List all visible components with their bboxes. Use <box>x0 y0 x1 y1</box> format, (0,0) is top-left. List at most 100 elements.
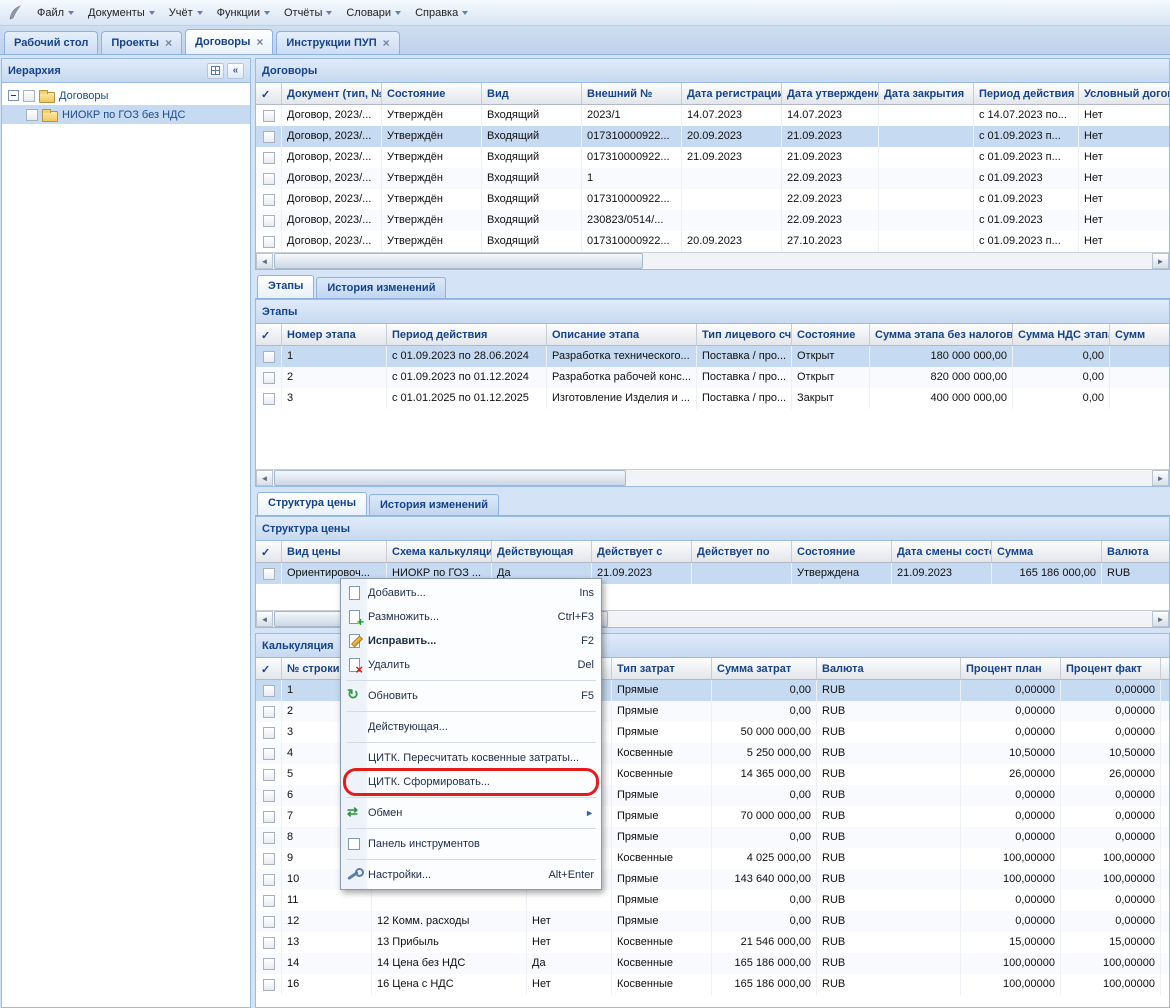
column-header[interactable]: Сумма <box>992 541 1102 563</box>
column-header[interactable]: Схема калькуляци <box>387 541 492 563</box>
context-menu-item[interactable]: Действующая... <box>343 715 599 739</box>
row-checkbox[interactable] <box>26 109 38 121</box>
row-checkbox[interactable] <box>263 236 275 248</box>
column-header[interactable]: Действует с <box>592 541 692 563</box>
tab-договоры[interactable]: Договоры× <box>185 29 273 54</box>
row-checkbox[interactable] <box>263 979 275 991</box>
menubar-item[interactable]: Учёт <box>162 3 210 23</box>
column-header[interactable]: Дата смены состо <box>892 541 992 563</box>
scroll-right-button[interactable]: ► <box>1152 611 1169 627</box>
context-menu-item[interactable]: ОбновитьF5 <box>343 684 599 708</box>
context-menu-item[interactable]: Обмен► <box>343 801 599 825</box>
menubar-item[interactable]: Документы <box>81 3 162 23</box>
grid-row[interactable]: Договор, 2023/...УтверждёнВходящий017310… <box>256 126 1169 147</box>
grid-row[interactable]: 1с 01.09.2023 по 28.06.2024Разработка те… <box>256 346 1169 367</box>
column-header[interactable]: Процент факт <box>1061 658 1161 680</box>
row-checkbox[interactable] <box>263 194 275 206</box>
menubar-item[interactable]: Словари <box>339 3 408 23</box>
column-header[interactable]: Сумма НДС этапа <box>1013 324 1110 346</box>
row-checkbox[interactable] <box>263 351 275 363</box>
context-menu-item[interactable]: Добавить...Ins <box>343 581 599 605</box>
close-icon[interactable]: × <box>165 38 172 48</box>
tab-рабочий-стол[interactable]: Рабочий стол <box>4 31 98 54</box>
context-menu-item[interactable]: Размножить...Ctrl+F3 <box>343 605 599 629</box>
row-checkbox[interactable] <box>263 895 275 907</box>
grid-row[interactable]: Договор, 2023/...УтверждёнВходящий017310… <box>256 231 1169 252</box>
column-header[interactable]: Сумма этапа без налогов <box>870 324 1013 346</box>
collapse-panel-button[interactable]: « <box>227 63 244 79</box>
grid-row[interactable]: 1616 Цена с НДСНетКосвенные165 186 000,0… <box>256 974 1169 995</box>
grid-row[interactable]: Договор, 2023/...УтверждёнВходящий230823… <box>256 210 1169 231</box>
scrollbar-track[interactable] <box>273 253 1152 269</box>
grid-row[interactable]: 2с 01.09.2023 по 01.12.2024Разработка ра… <box>256 367 1169 388</box>
menubar-item[interactable]: Функции <box>210 3 277 23</box>
column-header[interactable]: Дата закрытия <box>879 83 974 105</box>
column-header[interactable]: Условный догово <box>1079 83 1170 105</box>
row-checkbox[interactable] <box>263 173 275 185</box>
context-menu-item[interactable]: Исправить...F2 <box>343 629 599 653</box>
close-icon[interactable]: × <box>256 37 263 47</box>
context-menu-item[interactable]: УдалитьDel <box>343 653 599 677</box>
row-checkbox[interactable] <box>263 393 275 405</box>
column-header[interactable]: Состояние <box>382 83 482 105</box>
column-header[interactable]: Сумм <box>1110 324 1170 346</box>
scroll-right-button[interactable]: ► <box>1152 253 1169 269</box>
scroll-right-button[interactable]: ► <box>1152 470 1169 486</box>
h-scrollbar[interactable]: ◄ ► <box>256 469 1169 486</box>
grid-row[interactable]: Договор, 2023/...УтверждёнВходящий2023/1… <box>256 105 1169 126</box>
row-checkbox[interactable] <box>263 685 275 697</box>
hierarchy-view-button[interactable] <box>207 63 224 79</box>
grid-row[interactable]: 1414 Цена без НДСДаКосвенные165 186 000,… <box>256 953 1169 974</box>
grid-row[interactable]: 3с 01.01.2025 по 01.12.2025Изготовление … <box>256 388 1169 409</box>
column-header[interactable]: Период действия <box>974 83 1079 105</box>
column-header[interactable]: ✓ <box>256 324 282 346</box>
row-checkbox[interactable] <box>263 131 275 143</box>
tab-инструкции-пуп[interactable]: Инструкции ПУП× <box>276 31 399 54</box>
row-checkbox[interactable] <box>263 916 275 928</box>
column-header[interactable]: Вид <box>482 83 582 105</box>
column-header[interactable]: Тип затрат <box>612 658 712 680</box>
column-header[interactable]: Описание этапа <box>547 324 697 346</box>
row-checkbox[interactable] <box>263 215 275 227</box>
row-checkbox[interactable] <box>263 853 275 865</box>
row-checkbox[interactable] <box>263 937 275 949</box>
column-header[interactable]: Процент план <box>961 658 1061 680</box>
column-header[interactable]: Документ (тип, № <box>282 83 382 105</box>
tab[interactable]: История изменений <box>316 277 446 298</box>
scrollbar-track[interactable] <box>273 470 1152 486</box>
context-menu-item[interactable]: ЦИТК. Пересчитать косвенные затраты... <box>343 746 599 770</box>
column-header[interactable]: Тип лицевого счёт <box>697 324 792 346</box>
h-scrollbar[interactable]: ◄ ► <box>256 252 1169 269</box>
context-menu-item[interactable]: Панель инструментов <box>343 832 599 856</box>
column-header[interactable]: Дата утверждения <box>782 83 879 105</box>
tab[interactable]: Этапы <box>257 275 314 298</box>
column-header[interactable]: Вид цены <box>282 541 387 563</box>
grid-row[interactable]: Договор, 2023/...УтверждёнВходящий122.09… <box>256 168 1169 189</box>
grid-row[interactable]: Договор, 2023/...УтверждёнВходящий017310… <box>256 189 1169 210</box>
row-checkbox[interactable] <box>23 90 35 102</box>
column-header[interactable]: Валюта <box>1102 541 1170 563</box>
context-menu-item[interactable]: ЦИТК. Сформировать... <box>343 770 599 794</box>
menubar-item[interactable]: Справка <box>408 3 475 23</box>
column-header[interactable]: Валюта <box>817 658 961 680</box>
row-checkbox[interactable] <box>263 727 275 739</box>
column-header[interactable]: Состояние <box>792 324 870 346</box>
menubar-item[interactable]: Файл <box>30 3 81 23</box>
column-header[interactable] <box>1161 658 1170 680</box>
collapse-icon[interactable] <box>8 90 19 101</box>
row-checkbox[interactable] <box>263 706 275 718</box>
column-header[interactable]: Действует по <box>692 541 792 563</box>
row-checkbox[interactable] <box>263 372 275 384</box>
row-checkbox[interactable] <box>263 790 275 802</box>
row-checkbox[interactable] <box>263 568 275 580</box>
tree-node[interactable]: Договоры <box>2 86 250 105</box>
row-checkbox[interactable] <box>263 832 275 844</box>
grid-row[interactable]: 1212 Комм. расходыНетПрямые0,00RUB0,0000… <box>256 911 1169 932</box>
column-header[interactable]: Внешний № <box>582 83 682 105</box>
tab-проекты[interactable]: Проекты× <box>101 31 182 54</box>
tree-node[interactable]: НИОКР по ГОЗ без НДС <box>2 105 250 124</box>
column-header[interactable]: Состояние <box>792 541 892 563</box>
column-header[interactable]: ✓ <box>256 541 282 563</box>
grid-row[interactable]: 11Прямые0,00RUB0,000000,00000 <box>256 890 1169 911</box>
column-header[interactable]: Действующая <box>492 541 592 563</box>
